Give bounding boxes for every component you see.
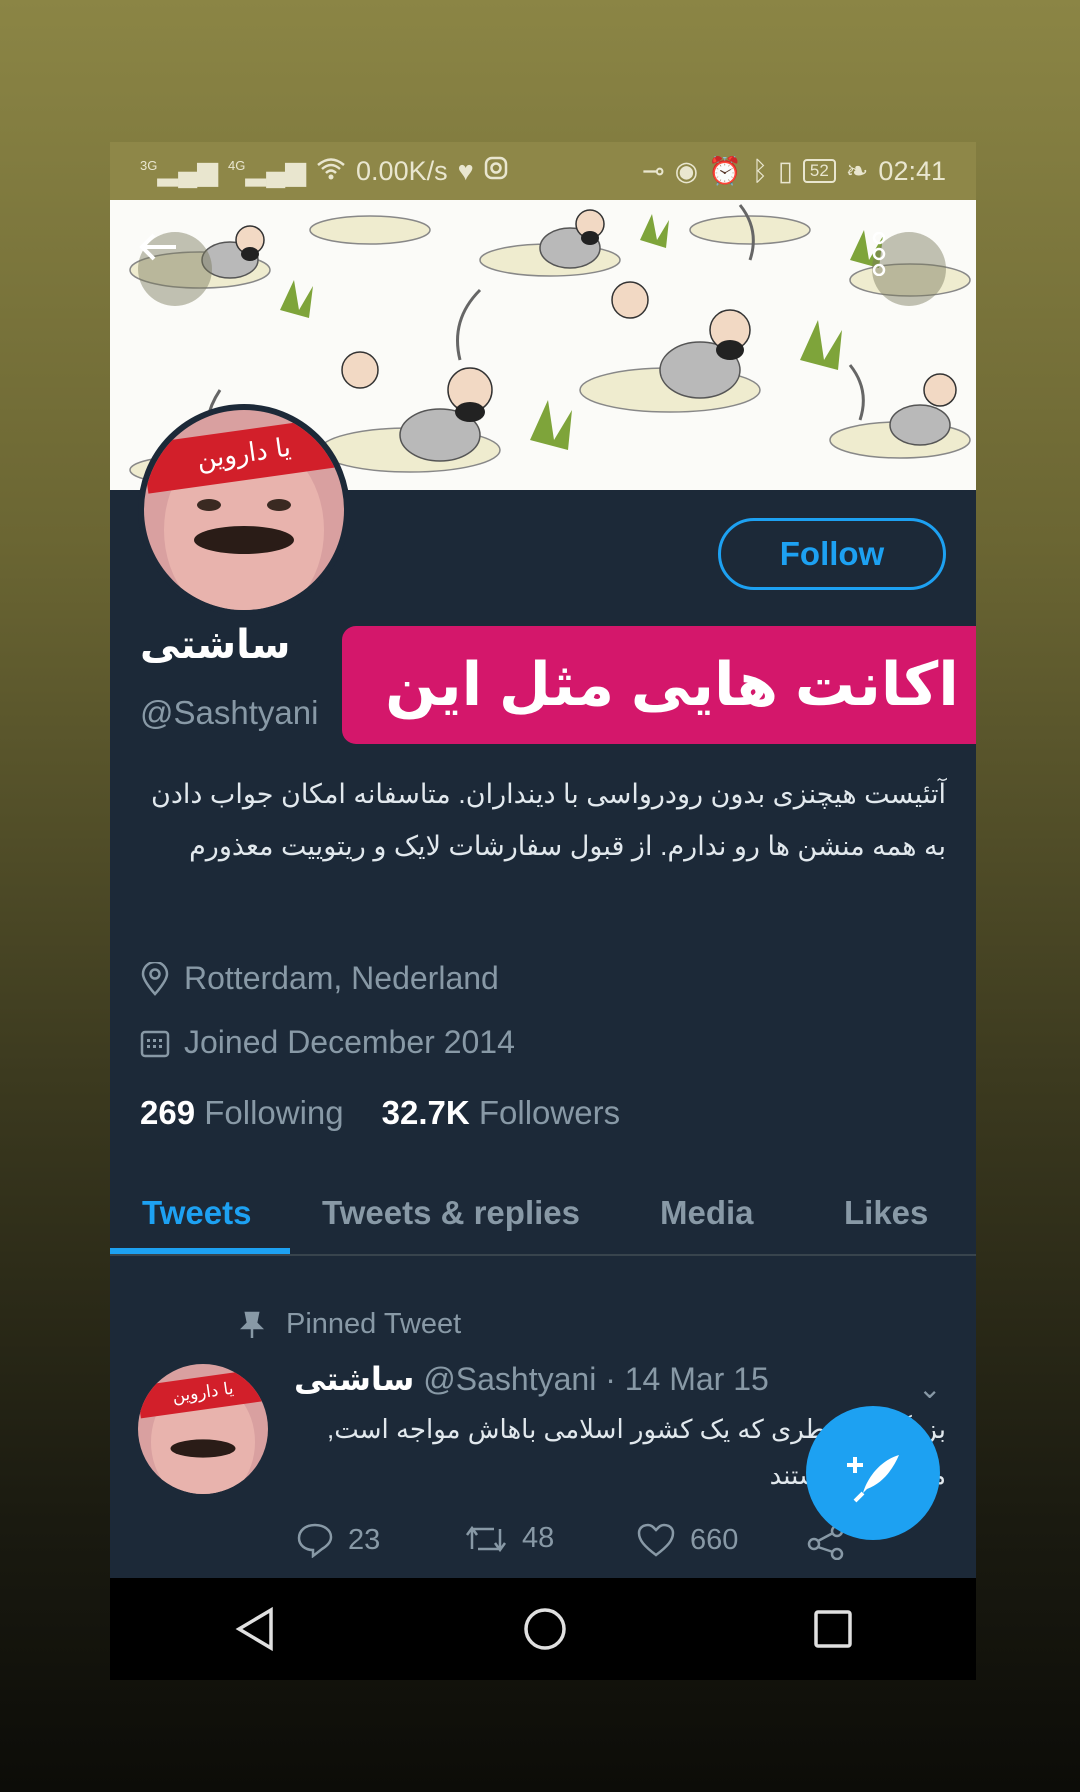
compose-tweet-button[interactable] [806, 1406, 940, 1540]
pinned-tweet-label: Pinned Tweet [240, 1308, 461, 1341]
tweet-date: 14 Mar 15 [624, 1361, 769, 1397]
tab-likes[interactable]: Likes [844, 1194, 928, 1232]
tab-tweets-replies[interactable]: Tweets & replies [322, 1194, 580, 1232]
wifi-icon [316, 156, 346, 187]
tweet-avatar[interactable]: یا داروین [138, 1364, 268, 1494]
alarm-icon: ⏰ [708, 156, 742, 186]
reply-count: 23 [348, 1523, 381, 1556]
calendar-icon [140, 1030, 170, 1057]
tweet-avatar-photo: یا داروین [138, 1364, 268, 1494]
compose-feather-icon [847, 1455, 899, 1503]
tweet-author-handle: @Sashtyani [423, 1361, 597, 1397]
pin-icon [240, 1311, 264, 1338]
heart-rate-icon: ♥ [457, 155, 474, 186]
signal-4g-icon: 4G▂▄▆ [228, 155, 307, 186]
tweet-separator: · [605, 1361, 616, 1397]
follow-button[interactable]: Follow [718, 518, 946, 590]
profile-avatar[interactable]: یا داروین [138, 404, 350, 616]
like-count: 660 [690, 1523, 739, 1556]
nav-home-icon[interactable] [522, 1606, 568, 1652]
battery-icon: 52 [802, 159, 836, 183]
clock: 02:41 [878, 155, 946, 186]
profile-location: Rotterdam, Nederland [140, 960, 499, 997]
more-options-button[interactable] [872, 232, 946, 306]
leaf-icon: ❧ [845, 155, 869, 186]
signal-3g-icon: 3G▂▄▆ [140, 155, 219, 186]
avatar-photo: یا داروین [144, 410, 344, 610]
followers-link[interactable]: 32.7K Followers [382, 1094, 620, 1132]
phone-screen: 3G▂▄▆ 4G▂▄▆ 0.00K/s ♥ ⊸ ◉ ⏰ ᛒ ▯ 52 ❧ 02:… [110, 142, 976, 1680]
android-navigation-bar [110, 1578, 976, 1680]
joined-text: Joined December 2014 [184, 1024, 515, 1060]
profile-display-name: ساشتی [140, 623, 291, 667]
profile-tabs: Tweets Tweets & replies Media Likes [110, 1172, 976, 1256]
nav-back-icon[interactable] [233, 1606, 277, 1652]
profile-stats: 269 Following 32.7K Followers [140, 1094, 620, 1132]
nav-recents-icon[interactable] [813, 1609, 853, 1649]
bluetooth-icon: ᛒ [751, 155, 769, 186]
overlay-caption: اکانت هایی مثل این [342, 626, 976, 744]
instagram-icon [484, 156, 508, 187]
profile-handle: @Sashtyani [140, 694, 319, 731]
back-arrow-icon [139, 233, 176, 261]
reply-icon [297, 1523, 333, 1558]
vpn-key-icon: ⊸ [642, 155, 665, 186]
like-action[interactable]: 660 [636, 1522, 738, 1558]
retweet-icon [465, 1525, 507, 1552]
status-bar: 3G▂▄▆ 4G▂▄▆ 0.00K/s ♥ ⊸ ◉ ⏰ ᛒ ▯ 52 ❧ 02:… [110, 142, 976, 200]
tweet-header: ساشتی @Sashtyani · 14 Mar 15 [294, 1360, 769, 1398]
tab-media[interactable]: Media [660, 1194, 754, 1232]
network-speed: 0.00K/s [356, 155, 448, 186]
retweet-count: 48 [522, 1522, 555, 1554]
tab-tweets[interactable]: Tweets [142, 1194, 251, 1232]
more-vertical-icon [872, 232, 886, 276]
profile-joined: Joined December 2014 [140, 1024, 515, 1061]
profile-bio: آتئیست هیچنزی بدون رودرواسی با دینداران.… [151, 779, 946, 861]
back-button[interactable] [138, 232, 212, 306]
tweet-author-name[interactable]: ساشتی [294, 1361, 414, 1397]
tweet-menu-chevron-icon[interactable]: ⌄ [918, 1372, 941, 1405]
location-text: Rotterdam, Nederland [184, 960, 499, 996]
eye-icon: ◉ [674, 155, 699, 186]
vibrate-icon: ▯ [778, 155, 793, 186]
reply-action[interactable]: 23 [296, 1522, 380, 1558]
location-pin-icon [141, 961, 169, 996]
following-link[interactable]: 269 Following [140, 1094, 344, 1132]
heart-icon [637, 1523, 675, 1557]
active-tab-indicator [110, 1248, 290, 1254]
retweet-action[interactable]: 48 [464, 1522, 554, 1555]
